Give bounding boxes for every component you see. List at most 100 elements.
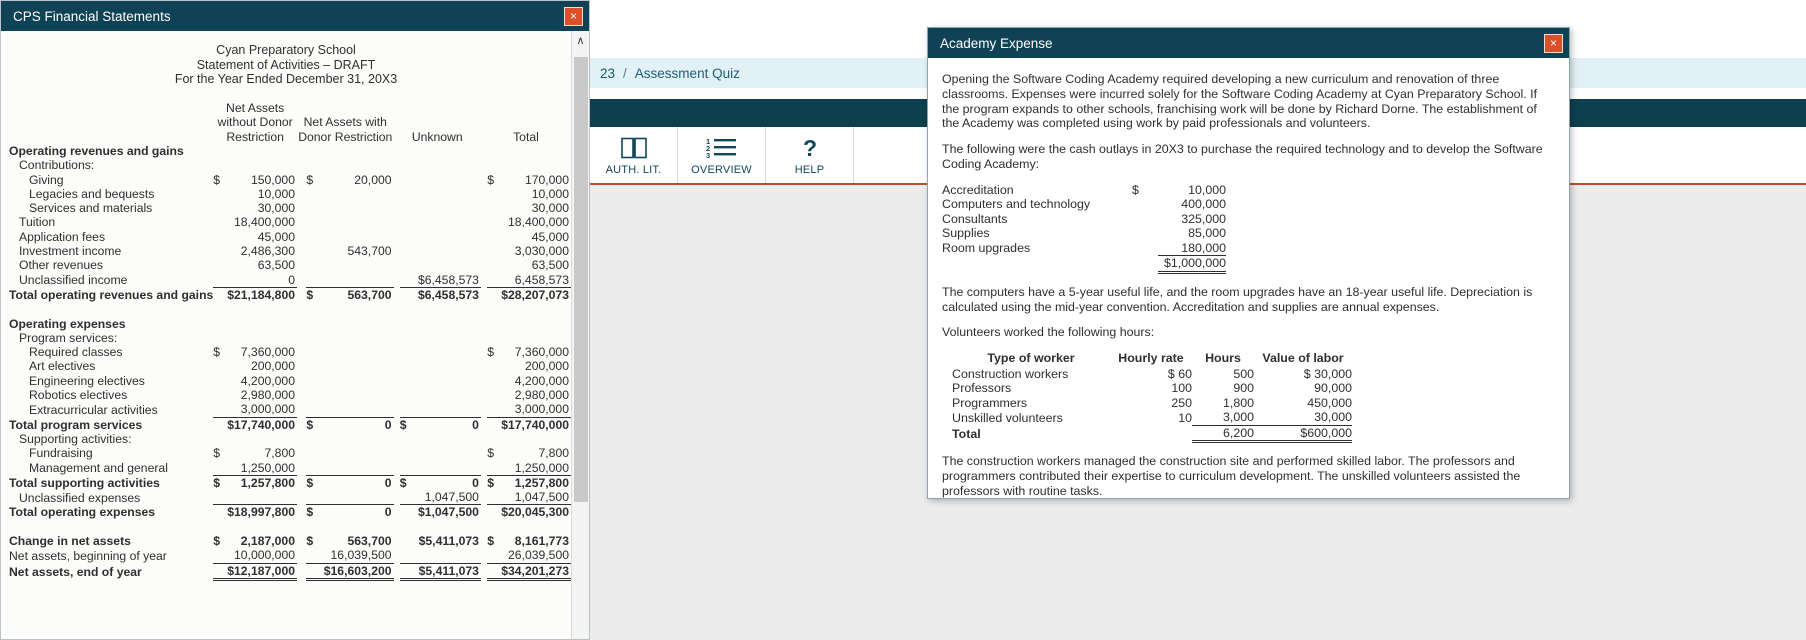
outlay-row: Accreditation $10,000 [942,183,1226,198]
toolbar-button-help[interactable]: ? HELP [766,127,854,183]
currency-symbol [306,490,320,505]
statement-cell-value: 0 [288,272,295,287]
currency-symbol [400,534,411,548]
statement-cell-value: 3,000,000 [240,402,295,417]
statement-row-label: Total operating revenues and gains [9,287,214,302]
statement-row-label: Total operating expenses [9,505,156,520]
scrollbar-thumb[interactable] [574,57,588,502]
currency-symbol [306,158,320,172]
statement-cell-value [320,359,394,373]
statement-row: Investment income 2,486,300 543,700 3,030,0… [1,244,571,258]
currency-symbol [487,258,498,272]
currency-symbol [1132,197,1158,212]
statement-row: Total program services $17,740,000 $0 $0 $17… [1,416,571,432]
statement-cell-value: $20,045,300 [498,504,571,520]
close-icon[interactable]: × [564,6,583,26]
dialog-paragraph-volunteers-intro: Volunteers worked the following hours: [942,325,1155,340]
currency-symbol [487,144,498,158]
statement-cell-value [411,173,481,187]
volunteer-value-of-labor: 450,000 [1307,395,1352,410]
volunteer-total-value: $600,000 [1254,425,1352,444]
financial-window-title: CPS Financial Statements [13,8,171,24]
volunteer-total-label: Total [952,427,981,442]
toolbar-button-overview[interactable]: 1 2 3 OVERVIEW [678,127,766,183]
volunteer-col-hours: Hours [1205,351,1241,366]
statement-cell-value [320,331,394,345]
statement-cell-value [411,244,481,258]
currency-symbol [400,230,411,244]
col-header-unknown: Unknown [411,129,463,144]
currency-symbol [400,388,411,402]
currency-symbol [487,432,498,446]
currency-symbol [487,548,498,563]
close-icon[interactable]: × [1544,33,1563,53]
currency-symbol [399,286,412,303]
statement-cell-value [411,548,481,563]
statement-cell-value [320,432,394,446]
statement-row-label: Operating expenses [9,316,126,331]
statement-cell-value [411,345,481,359]
column-gap [297,432,306,446]
currency-symbol [400,461,411,476]
column-header-row-2: without Donor Net Assets with [1,115,571,129]
statement-cell-value [320,201,394,215]
currency-symbol: $ [306,474,320,491]
statement-row: Management and general 1,250,000 1,250,000 [1,461,571,476]
statement-cell-value: 4,200,000 [514,373,569,388]
currency-symbol: $ [213,474,225,491]
column-gap [297,359,306,373]
volunteer-value-of-labor: 90,000 [1314,381,1352,396]
currency-symbol: $ [306,172,314,187]
statement-cell-value: 7,360,000 [514,345,569,360]
toolbar-button-auth-lit[interactable]: AUTH. LIT. [590,127,678,183]
screen: 23 / Assessment Quiz AUTH. LIT. 1 2 3 OV… [0,0,1806,640]
statement-row-label: Operating revenues and gains [9,143,184,158]
currency-symbol [213,432,224,446]
statement-cell-value [411,215,481,229]
currency-symbol: $ [306,504,320,520]
outlay-label: Consultants [942,211,1008,226]
volunteer-col-value: Value of labor [1262,351,1344,366]
currency-symbol: $ [306,533,314,548]
volunteer-type: Professors [952,381,1012,396]
scroll-up-icon[interactable]: ∧ [572,31,589,49]
volunteer-value-of-labor: $ 30,000 [1303,366,1352,381]
statement-cell-value: 1,047,500 [424,490,479,505]
currency-symbol [306,345,320,359]
currency-symbol [400,144,411,158]
currency-symbol [213,187,224,201]
volunteer-value-of-labor: 30,000 [1254,410,1352,426]
volunteer-hourly-rate: 10 [1178,410,1192,425]
currency-symbol [306,258,320,272]
statement-cell-value: 0 [411,416,481,432]
statement-cell-value [411,446,481,460]
currency-symbol: $ [487,345,494,360]
currency-symbol: $ [399,474,412,491]
dialog-paragraph-depreciation: The computers have a 5-year useful life,… [942,284,1533,314]
volunteer-hourly-rate: 250 [1171,395,1192,410]
volunteer-type: Unskilled volunteers [952,410,1063,425]
currency-symbol [213,562,225,581]
currency-symbol [213,374,224,388]
currency-symbol [487,461,498,476]
statement-cell-value: 2,980,000 [514,388,569,403]
financial-statement-scroll-area: Cyan Preparatory School Statement of Act… [1,31,571,639]
statement-cell-value: 0 [319,504,394,520]
statement-cell-value [320,461,394,476]
statement-row: Unclassified expenses 1,047,500 1,047,500 [1,490,571,505]
currency-symbol [487,286,499,303]
volunteer-hours-table: Type of worker Hourly rate Hours Value o… [950,351,1352,444]
statement-cell-value: 543,700 [347,244,392,259]
breadcrumb-current[interactable]: Assessment Quiz [635,66,740,81]
statement-cell-value: 30,000 [531,201,569,216]
statement-cell-value [499,317,572,331]
statement-cell-value [411,359,481,373]
financial-window-scrollbar[interactable]: ∧ [571,31,589,639]
statement-cell-value [225,317,297,331]
statement-row: Operating revenues and gains [1,144,571,158]
statement-row-label: Art electives [29,359,96,374]
statement-row: Unclassified income 0 $6,458,573 6,458,573 [1,273,571,288]
currency-symbol [213,215,224,229]
statement-row: Supporting activities: [1,432,571,446]
statement-cell-value: 1,250,000 [240,460,295,475]
